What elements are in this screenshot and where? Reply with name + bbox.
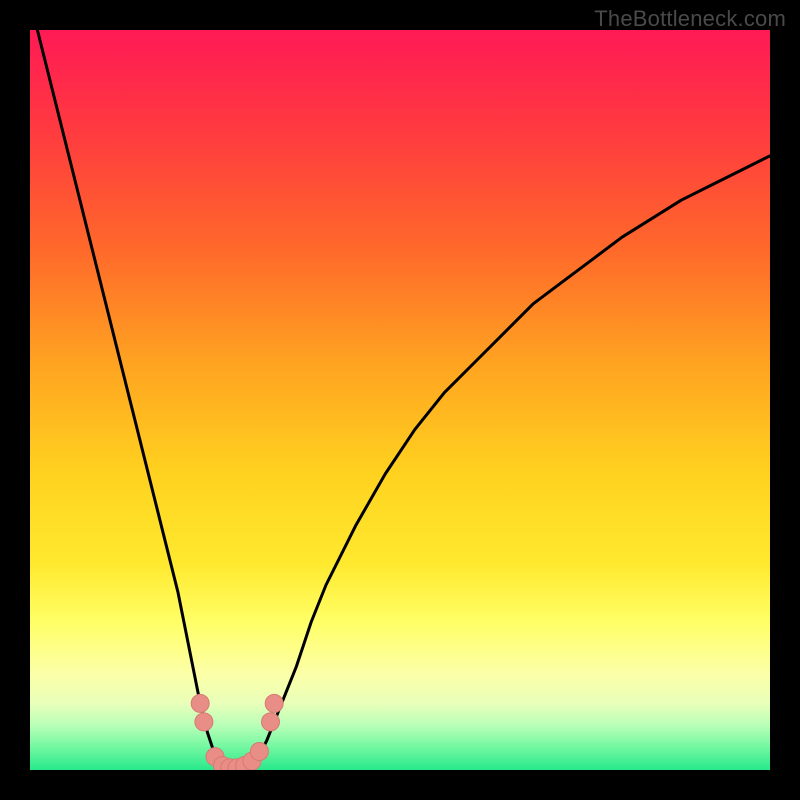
data-marker [195,713,213,731]
curve-layer [30,30,770,770]
watermark-text: TheBottleneck.com [594,6,786,32]
data-marker [250,743,268,761]
data-marker [262,713,280,731]
data-marker [265,694,283,712]
plot-area [30,30,770,770]
data-marker [191,694,209,712]
bottleneck-curve [30,30,770,770]
chart-frame: TheBottleneck.com [0,0,800,800]
